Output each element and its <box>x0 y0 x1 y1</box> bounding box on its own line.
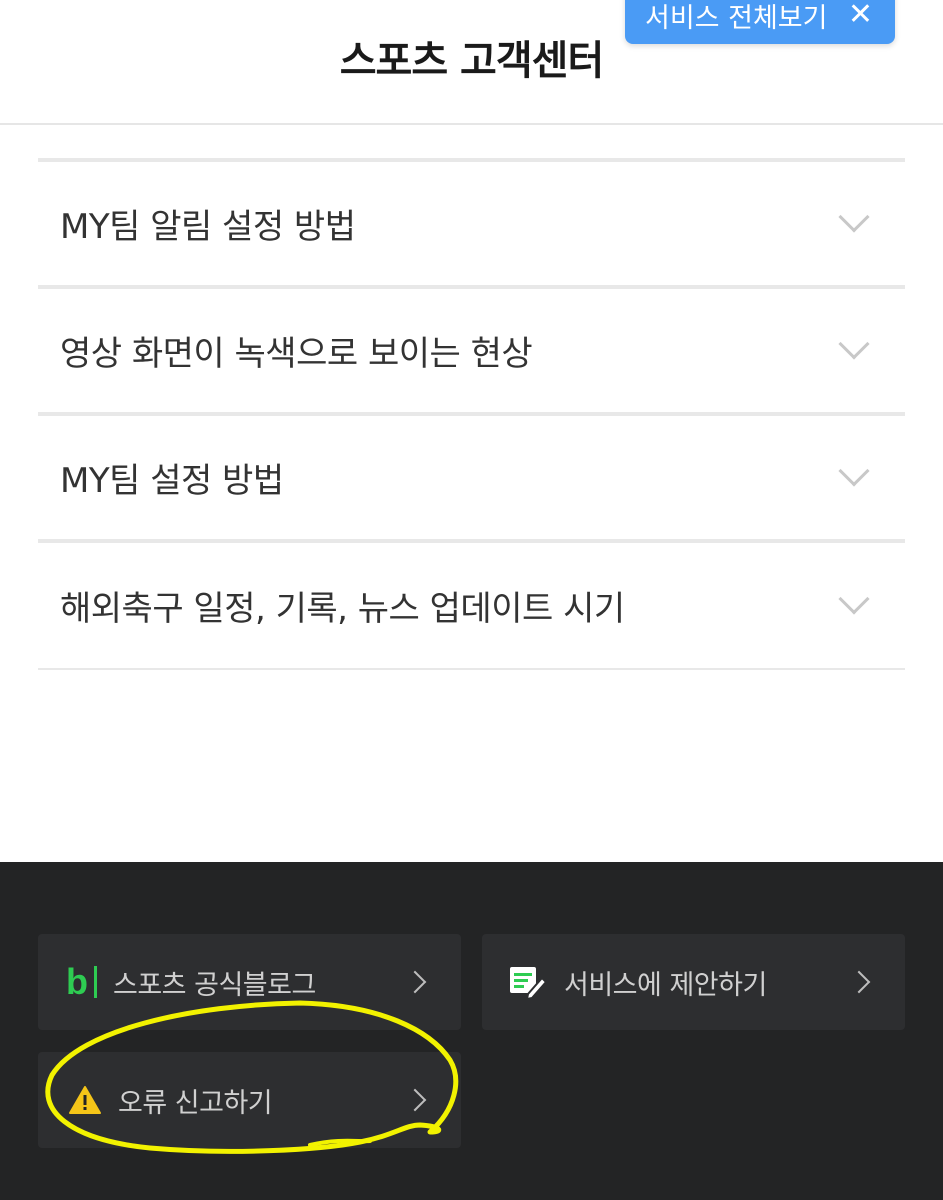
faq-item-green-screen[interactable]: 영상 화면이 녹색으로 보이는 현상 <box>38 289 905 416</box>
chevron-down-icon <box>838 200 870 233</box>
faq-item-overseas-football-update[interactable]: 해외축구 일정, 기록, 뉴스 업데이트 시기 <box>38 543 905 670</box>
report-error-label: 오류 신고하기 <box>118 1087 273 1119</box>
blog-link-button[interactable]: b 스포츠 공식블로그 <box>38 934 461 1030</box>
suggest-service-label: 서비스에 제안하기 <box>564 969 767 1001</box>
chevron-down-icon <box>838 327 870 360</box>
chevron-right-icon <box>847 970 871 994</box>
service-all-button[interactable]: 서비스 전체보기 ✕ <box>625 0 895 44</box>
suggest-service-button[interactable]: 서비스에 제안하기 <box>482 934 905 1030</box>
chevron-down-icon <box>838 454 870 487</box>
service-all-label: 서비스 전체보기 <box>645 2 828 34</box>
header: 스포츠 고객센터 서비스 전체보기 ✕ <box>0 0 943 125</box>
page: 스포츠 고객센터 서비스 전체보기 ✕ MY팀 알림 설정 방법 영상 화면이 … <box>0 0 943 1200</box>
faq-item-label: 해외축구 일정, 기록, 뉴스 업데이트 시기 <box>60 589 625 629</box>
report-error-button[interactable]: 오류 신고하기 <box>38 1052 461 1148</box>
warning-icon <box>69 1086 101 1114</box>
close-icon[interactable]: ✕ <box>848 0 873 30</box>
chevron-right-icon <box>403 1088 427 1112</box>
footer: b 스포츠 공식블로그 서비스에 제안하기 오류 신고하기 <box>0 862 943 1200</box>
chevron-right-icon <box>403 970 427 994</box>
faq-item-label: MY팀 알림 설정 방법 <box>60 207 356 247</box>
faq-list: MY팀 알림 설정 방법 영상 화면이 녹색으로 보이는 현상 MY팀 설정 방… <box>38 158 905 670</box>
faq-item-label: 영상 화면이 녹색으로 보이는 현상 <box>60 334 533 374</box>
blog-link-label: 스포츠 공식블로그 <box>113 969 316 1001</box>
faq-item-my-team-alarm[interactable]: MY팀 알림 설정 방법 <box>38 162 905 289</box>
blog-logo-icon: b <box>66 961 97 1003</box>
suggest-edit-icon <box>510 967 548 1000</box>
faq-item-my-team-setting[interactable]: MY팀 설정 방법 <box>38 416 905 543</box>
chevron-down-icon <box>838 582 870 615</box>
faq-item-label: MY팀 설정 방법 <box>60 461 284 501</box>
